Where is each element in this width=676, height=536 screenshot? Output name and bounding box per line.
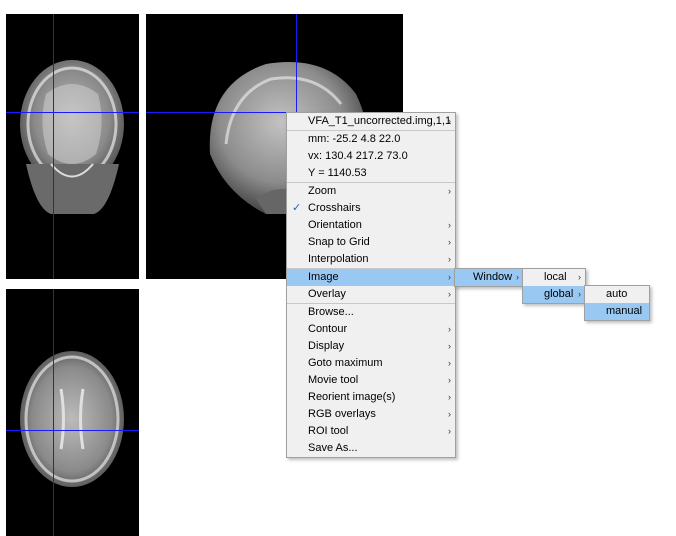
chevron-right-icon: › <box>448 116 451 126</box>
chevron-right-icon: › <box>448 358 451 368</box>
menu-item-image[interactable]: Image › <box>287 269 455 286</box>
menu-item-crosshairs[interactable]: ✓ Crosshairs <box>287 200 455 217</box>
menu-item-window[interactable]: Window › <box>455 269 523 286</box>
menu-item-zoom[interactable]: Zoom › <box>287 183 455 200</box>
menu-item-movie-tool[interactable]: Movie tool › <box>287 372 455 389</box>
chevron-right-icon: › <box>448 254 451 264</box>
chevron-right-icon: › <box>448 272 451 282</box>
context-menu: VFA_T1_uncorrected.img,1,1 › mm: -25.2 4… <box>286 112 456 458</box>
menu-item-display[interactable]: Display › <box>287 338 455 355</box>
menu-item-snap-to-grid[interactable]: Snap to Grid › <box>287 234 455 251</box>
menu-item-rgb-overlays[interactable]: RGB overlays › <box>287 406 455 423</box>
checkmark-icon: ✓ <box>292 202 302 214</box>
menu-item-overlay[interactable]: Overlay › <box>287 286 455 303</box>
menu-item-manual[interactable]: manual <box>585 303 649 320</box>
chevron-right-icon: › <box>448 237 451 247</box>
chevron-right-icon: › <box>448 289 451 299</box>
info-mm: mm: -25.2 4.8 22.0 <box>308 133 401 145</box>
menu-item-save-as[interactable]: Save As... <box>287 440 455 457</box>
menu-item-global[interactable]: global › <box>523 286 585 303</box>
menu-item-auto[interactable]: auto <box>585 286 649 303</box>
filename-text: VFA_T1_uncorrected.img,1,1 <box>308 115 452 127</box>
window-submenu: local › global › <box>522 268 586 304</box>
menu-item-goto-maximum[interactable]: Goto maximum › <box>287 355 455 372</box>
chevron-right-icon: › <box>448 341 451 351</box>
chevron-right-icon: › <box>448 375 451 385</box>
chevron-right-icon: › <box>578 272 581 282</box>
info-y: Y = 1140.53 <box>308 167 367 179</box>
menu-item-contour[interactable]: Contour › <box>287 321 455 338</box>
info-vx: vx: 130.4 217.2 73.0 <box>308 150 408 162</box>
axial-brain-image <box>20 351 124 487</box>
chevron-right-icon: › <box>578 289 581 299</box>
menu-item-roi-tool[interactable]: ROI tool › <box>287 423 455 440</box>
chevron-right-icon: › <box>448 186 451 196</box>
global-submenu: auto manual <box>584 285 650 321</box>
axial-view[interactable] <box>6 289 139 536</box>
menu-item-orientation[interactable]: Orientation › <box>287 217 455 234</box>
menu-item-interpolation[interactable]: Interpolation › <box>287 251 455 268</box>
info-filename[interactable]: VFA_T1_uncorrected.img,1,1 › <box>287 113 455 130</box>
menu-item-reorient-images[interactable]: Reorient image(s) › <box>287 389 455 406</box>
chevron-right-icon: › <box>516 272 519 282</box>
chevron-right-icon: › <box>448 220 451 230</box>
image-submenu: Window › <box>454 268 524 287</box>
chevron-right-icon: › <box>448 324 451 334</box>
chevron-right-icon: › <box>448 409 451 419</box>
chevron-right-icon: › <box>448 392 451 402</box>
coronal-brain-image <box>20 60 124 214</box>
coronal-view[interactable] <box>6 14 139 279</box>
menu-item-browse[interactable]: Browse... <box>287 304 455 321</box>
menu-item-local[interactable]: local › <box>523 269 585 286</box>
chevron-right-icon: › <box>448 426 451 436</box>
